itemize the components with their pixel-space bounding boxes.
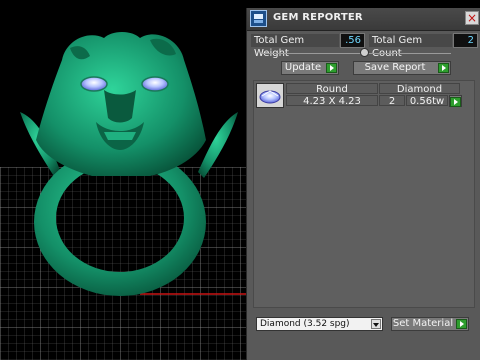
panel-title: GEM REPORTER <box>273 12 363 23</box>
total-gem-weight-label: Total Gem Weight <box>251 34 339 59</box>
chevron-down-icon[interactable] <box>371 319 381 329</box>
panel-divider <box>261 53 451 54</box>
set-material-button-label: Set Material <box>392 318 454 329</box>
gem-list[interactable]: Round Diamond 4.23 X 4.23 2 0.56tw <box>253 80 475 308</box>
save-report-button-label: Save Report <box>364 62 426 73</box>
material-dropdown-value: Diamond (3.52 spg) <box>260 319 350 329</box>
save-report-button[interactable]: Save Report <box>353 61 451 75</box>
gem-reporter-panel: GEM REPORTER × Total Gem Weight .56 Tota… <box>246 8 480 360</box>
gem-stone-left <box>80 76 108 92</box>
total-gem-count-value: 2 <box>453 33 478 48</box>
round-gem-icon <box>256 83 284 108</box>
set-material-button[interactable]: Set Material <box>391 317 469 331</box>
play-arrow-icon <box>456 319 467 329</box>
play-arrow-icon <box>438 63 449 73</box>
gem-material: Diamond <box>379 83 460 95</box>
gem-shape: Round <box>286 83 378 95</box>
gem-weight: 0.56tw <box>406 95 448 107</box>
total-gem-weight-value: .56 <box>340 33 365 48</box>
play-arrow-icon <box>326 63 337 73</box>
gem-count: 2 <box>379 95 405 107</box>
panel-titlebar[interactable]: GEM REPORTER × <box>247 8 480 31</box>
close-icon[interactable]: × <box>465 11 479 25</box>
update-button-label: Update <box>284 62 322 73</box>
material-dropdown[interactable]: Diamond (3.52 spg) <box>256 317 383 331</box>
update-button[interactable]: Update <box>281 61 339 75</box>
gem-list-item[interactable]: Round Diamond 4.23 X 4.23 2 0.56tw <box>256 83 472 109</box>
divider-handle[interactable] <box>360 48 369 57</box>
gem-row-go-button[interactable] <box>449 95 462 107</box>
gem-reporter-app-icon <box>250 10 267 27</box>
play-arrow-icon <box>450 97 461 107</box>
total-gem-count-label: Total Gem Count <box>369 34 452 59</box>
gem-stone-right <box>141 76 169 92</box>
gem-size: 4.23 X 4.23 <box>286 95 378 107</box>
